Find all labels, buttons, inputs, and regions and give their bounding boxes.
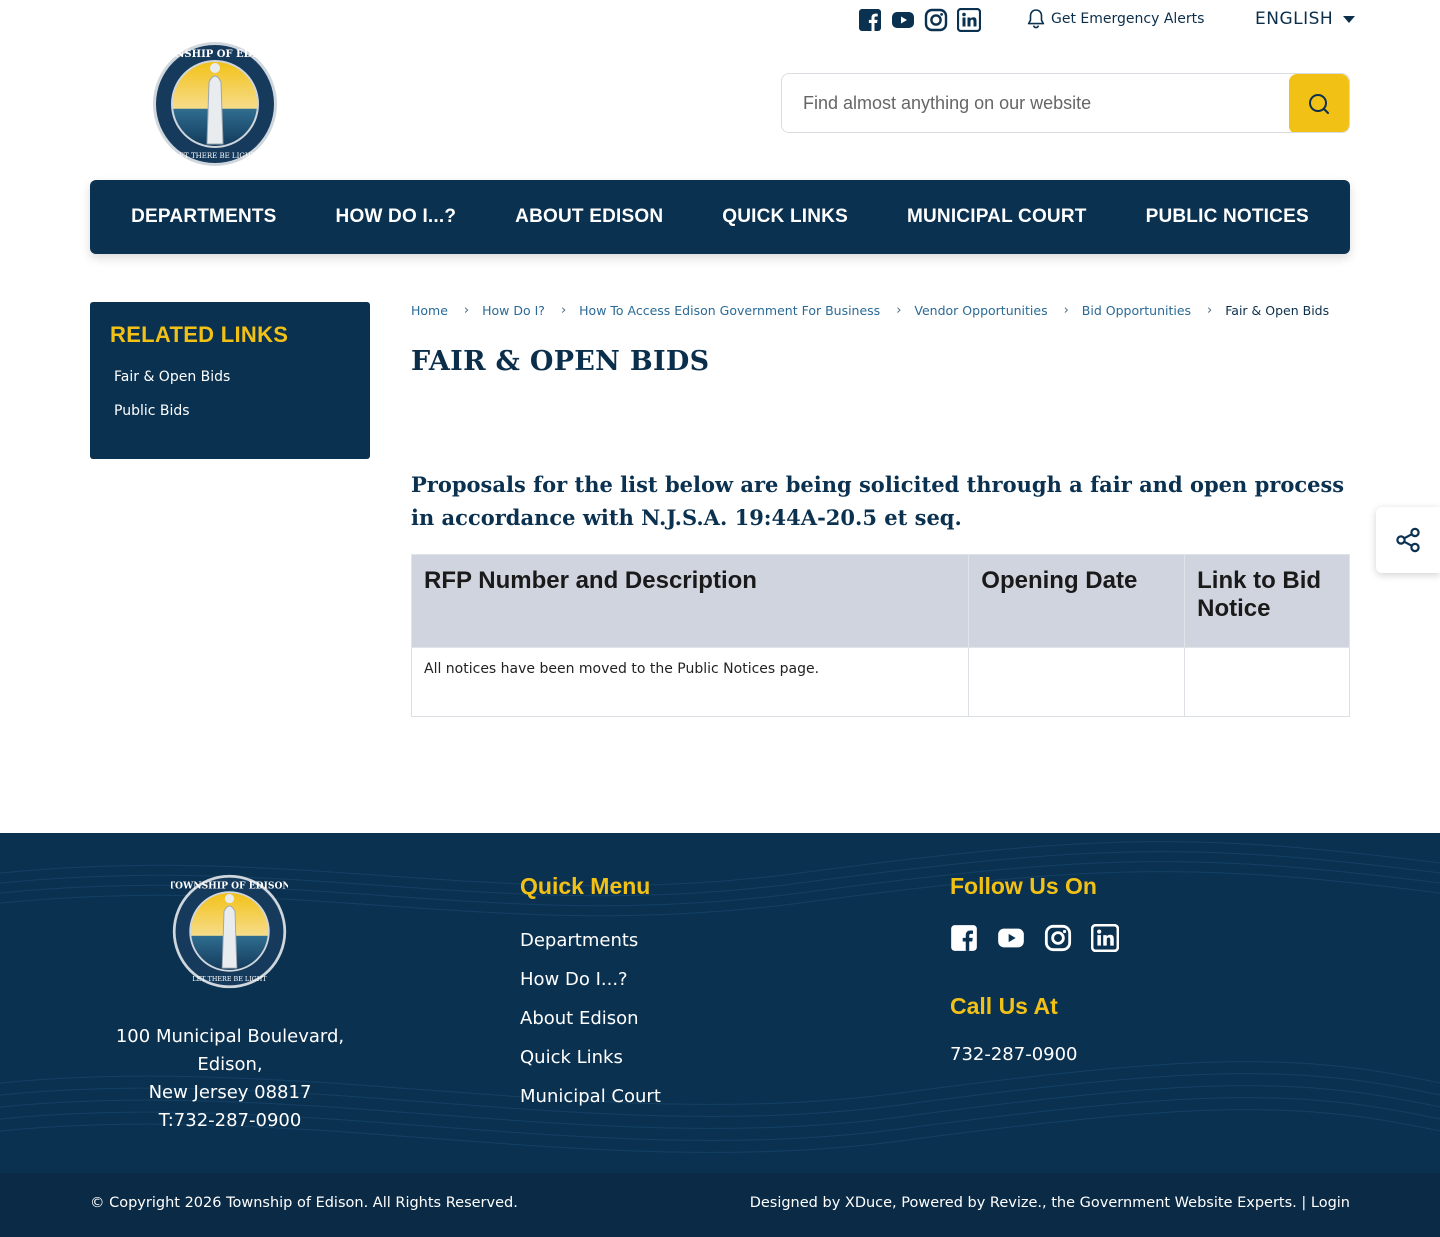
search-input[interactable] (782, 74, 1289, 132)
intro-text: Proposals for the list below are being s… (411, 472, 1345, 530)
related-links-title: RELATED LINKS (110, 322, 289, 347)
breadcrumb-home[interactable]: Home (411, 303, 448, 318)
chevron-right-icon: › (560, 303, 567, 318)
main-navigation: DEPARTMENTS HOW DO I...? ABOUT EDISON QU… (90, 180, 1350, 254)
quick-menu-how-do-i[interactable]: How Do I...? (520, 960, 661, 999)
share-icon (1396, 527, 1420, 553)
chevron-right-icon: › (463, 303, 470, 318)
site-credits[interactable]: Designed by XDuce, Powered by Revize., t… (750, 1195, 1350, 1211)
linkedin-icon[interactable] (957, 8, 981, 32)
page-title: FAIR & OPEN BIDS (411, 346, 710, 377)
caret-down-icon (1343, 15, 1356, 23)
top-bar: Get Emergency Alerts ENGLISH (0, 0, 1440, 40)
footer-social-links (950, 924, 1119, 952)
township-seal-logo[interactable]: TOWNSHIP OF EDISON LET THERE BE LIGHT (151, 40, 279, 168)
nav-item-municipal-court[interactable]: MUNICIPAL COURT (877, 206, 1116, 228)
address-line: 100 Municipal Boulevard, (115, 1026, 345, 1047)
column-header-bid-notice: Link to Bid Notice (1184, 554, 1350, 648)
address-line: New Jersey 08817 (148, 1082, 312, 1103)
column-header-rfp: RFP Number and Description (410, 554, 970, 648)
column-header-opening-date: Opening Date (968, 554, 1186, 648)
facebook-icon[interactable] (950, 924, 978, 952)
footer-address: 100 Municipal Boulevard, Edison, New Jer… (90, 1023, 370, 1135)
table-row: All notices have been moved to the Publi… (410, 647, 1350, 717)
chevron-right-icon: › (896, 303, 902, 318)
bell-icon (1027, 9, 1045, 29)
table-header-row: RFP Number and Description Opening Date … (410, 554, 1350, 648)
quick-menu: Departments How Do I...? About Edison Qu… (520, 921, 661, 1116)
quick-menu-title: Quick Menu (520, 873, 651, 899)
breadcrumb-government-business[interactable]: How To Access Edison Government For Busi… (579, 303, 880, 318)
call-us-title: Call Us At (950, 993, 1058, 1019)
related-link-public-bids[interactable]: Public Bids (110, 394, 350, 428)
quick-menu-about-edison[interactable]: About Edison (520, 999, 661, 1038)
svg-text:LET THERE BE LIGHT: LET THERE BE LIGHT (174, 152, 256, 160)
breadcrumb: Home › How Do I? › How To Access Edison … (411, 303, 1329, 318)
footer-phone[interactable]: 732-287-0900 (950, 1044, 1078, 1065)
svg-text:TOWNSHIP OF EDISON: TOWNSHIP OF EDISON (171, 881, 288, 892)
copyright-bar: © Copyright 2026 Township of Edison. All… (0, 1173, 1440, 1237)
follow-us-title: Follow Us On (950, 873, 1097, 899)
facebook-icon[interactable] (858, 8, 882, 32)
related-link-fair-open-bids[interactable]: Fair & Open Bids (110, 360, 350, 394)
address-phone[interactable]: T:732-287-0900 (90, 1107, 370, 1135)
search-button[interactable] (1289, 74, 1349, 132)
share-button[interactable] (1376, 507, 1440, 573)
language-label: ENGLISH (1255, 9, 1334, 29)
nav-item-public-notices[interactable]: PUBLIC NOTICES (1116, 206, 1338, 228)
chevron-right-icon: › (1063, 303, 1069, 318)
footer-seal-logo[interactable]: TOWNSHIP OF EDISON LET THERE BE LIGHT (171, 873, 288, 990)
youtube-icon[interactable] (997, 924, 1025, 952)
linkedin-icon[interactable] (1091, 924, 1119, 952)
related-links-panel: RELATED LINKS Fair & Open Bids Public Bi… (90, 302, 370, 459)
table-cell (968, 647, 1186, 717)
instagram-icon[interactable] (1044, 924, 1072, 952)
breadcrumb-vendor-opportunities[interactable]: Vendor Opportunities (914, 303, 1047, 318)
copyright-text: © Copyright 2026 Township of Edison. All… (90, 1195, 518, 1211)
svg-text:LET THERE BE LIGHT: LET THERE BE LIGHT (192, 975, 267, 983)
address-line: Edison, (197, 1054, 263, 1075)
nav-item-about-edison[interactable]: ABOUT EDISON (486, 206, 693, 228)
youtube-icon[interactable] (891, 8, 915, 32)
nav-item-how-do-i[interactable]: HOW DO I...? (306, 206, 486, 228)
language-selector[interactable]: ENGLISH (1255, 9, 1356, 29)
search-icon (1309, 94, 1329, 114)
instagram-icon[interactable] (924, 8, 948, 32)
breadcrumb-bid-opportunities[interactable]: Bid Opportunities (1082, 303, 1191, 318)
breadcrumb-current: Fair & Open Bids (1225, 303, 1330, 318)
emergency-alerts-label: Get Emergency Alerts (1051, 11, 1205, 27)
table-cell: All notices have been moved to the Publi… (410, 647, 970, 717)
table-cell (1184, 647, 1350, 717)
header-social-links (858, 8, 981, 32)
bids-table: RFP Number and Description Opening Date … (410, 554, 1350, 717)
breadcrumb-how-do-i[interactable]: How Do I? (482, 303, 545, 318)
quick-menu-departments[interactable]: Departments (520, 921, 661, 960)
nav-item-quick-links[interactable]: QUICK LINKS (693, 206, 878, 228)
quick-menu-municipal-court[interactable]: Municipal Court (520, 1077, 661, 1116)
svg-text:TOWNSHIP OF EDISON: TOWNSHIP OF EDISON (151, 49, 279, 60)
site-footer: TOWNSHIP OF EDISON LET THERE BE LIGHT 10… (0, 833, 1440, 1173)
nav-item-departments[interactable]: DEPARTMENTS (102, 206, 306, 228)
quick-menu-quick-links[interactable]: Quick Links (520, 1038, 661, 1077)
chevron-right-icon: › (1207, 303, 1213, 318)
site-search (781, 73, 1350, 133)
emergency-alerts-link[interactable]: Get Emergency Alerts (1026, 8, 1204, 30)
